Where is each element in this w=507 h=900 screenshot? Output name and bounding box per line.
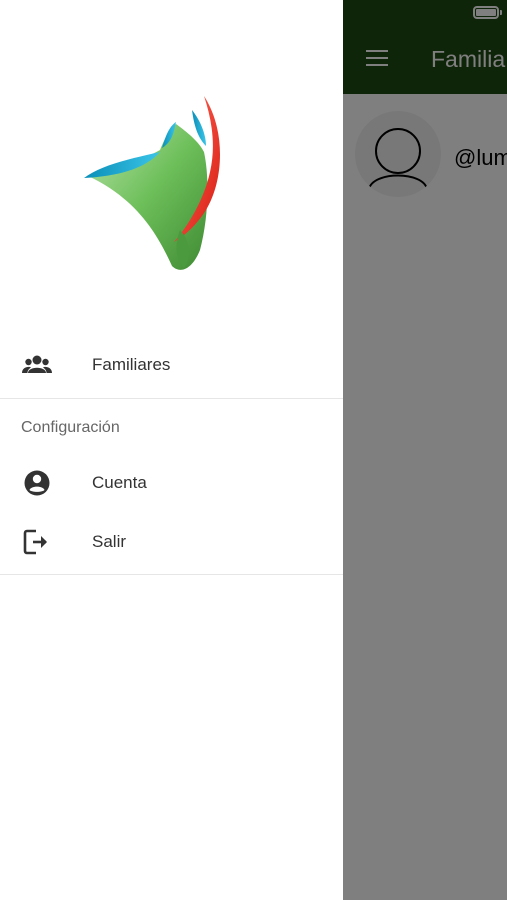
app-screen: Familia @lum bbox=[0, 0, 507, 900]
drawer-item-label: Cuenta bbox=[92, 473, 147, 492]
group-icon bbox=[22, 351, 52, 379]
drawer-item-label: Salir bbox=[92, 532, 127, 551]
drawer-item-salir[interactable]: Salir bbox=[0, 514, 343, 570]
drawer-item-label: Familiares bbox=[92, 355, 171, 374]
exit-icon bbox=[22, 528, 52, 556]
app-logo bbox=[80, 90, 230, 280]
drawer-divider bbox=[0, 398, 343, 399]
section-title-configuracion: Configuración bbox=[21, 419, 120, 436]
account-circle-icon bbox=[22, 469, 52, 497]
drawer-item-cuenta[interactable]: Cuenta bbox=[0, 455, 343, 511]
drawer-item-familiares[interactable]: Familiares bbox=[0, 337, 343, 393]
drawer-divider bbox=[0, 574, 343, 575]
navigation-drawer: Familiares Configuración Cuenta Salir bbox=[0, 0, 343, 900]
